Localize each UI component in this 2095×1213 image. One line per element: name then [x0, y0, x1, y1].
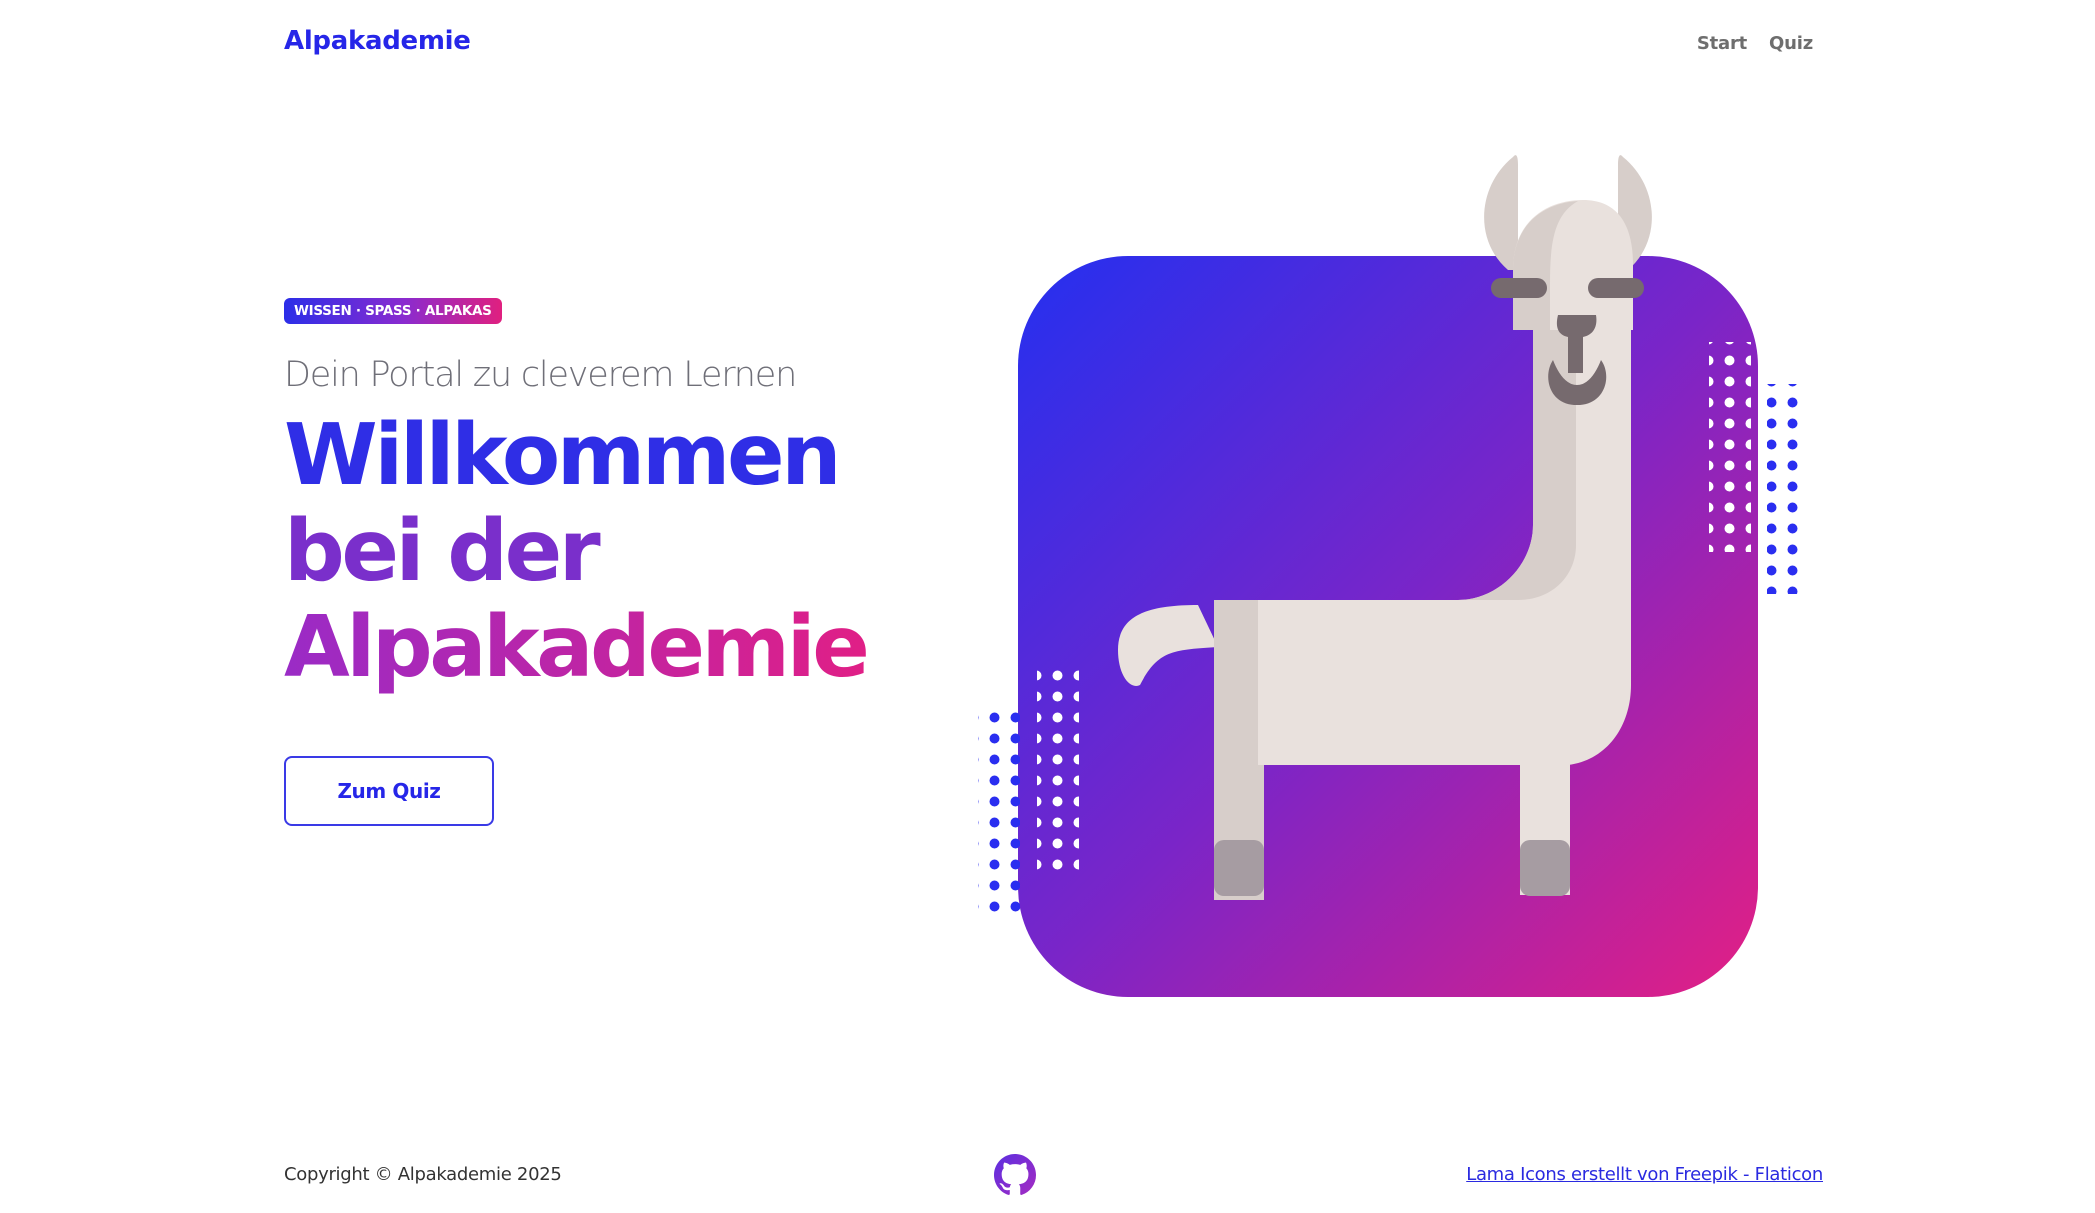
footer-copyright: Copyright © Alpakademie 2025 — [284, 1164, 562, 1185]
headline-line-3: Alpakademie — [284, 598, 870, 697]
brand-logo[interactable]: Alpakademie — [284, 26, 471, 56]
hero-headline: Willkommen bei der Alpakademie — [284, 406, 870, 697]
nav-start-link[interactable]: Start — [1697, 33, 1747, 54]
quiz-button[interactable]: Zum Quiz — [284, 756, 494, 826]
headline-line-1: Willkommen — [284, 406, 842, 505]
main-nav: Start Quiz — [1697, 33, 1813, 54]
icon-credit-link[interactable]: Lama Icons erstellt von Freepik - Flatic… — [1466, 1164, 1823, 1185]
nav-quiz-link[interactable]: Quiz — [1769, 33, 1813, 54]
dot-grid-white-left — [1037, 666, 1079, 876]
dot-grid-white-right — [1709, 342, 1751, 552]
hero-subtitle: Dein Portal zu cleverem Lernen — [284, 355, 797, 395]
llama-illustration — [978, 155, 1808, 997]
headline-line-2: bei der — [284, 502, 601, 601]
dot-grid-blue-left — [978, 708, 1020, 918]
github-icon[interactable] — [994, 1154, 1036, 1196]
tagline-badge: WISSEN · SPASS · ALPAKAS — [284, 298, 502, 324]
dot-grid-blue-right — [1767, 384, 1808, 594]
